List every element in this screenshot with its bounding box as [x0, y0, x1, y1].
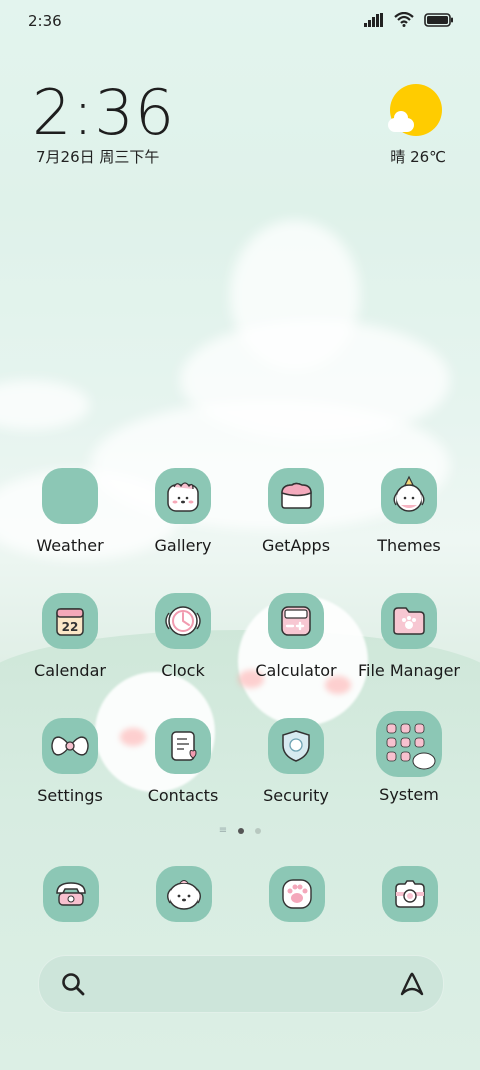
dock-phone[interactable]: [43, 866, 99, 922]
page-dot[interactable]: [255, 828, 262, 834]
app-calculator[interactable]: Calculator: [240, 593, 352, 680]
clock-widget-time[interactable]: 2:36: [32, 76, 175, 149]
app-label: Calendar: [34, 661, 106, 680]
weather-icon: [42, 468, 98, 524]
calendar-icon-date: 22: [62, 620, 79, 634]
app-label: Themes: [377, 536, 441, 555]
clock-widget-date[interactable]: 7月26日 周三下午: [36, 146, 159, 167]
dock-browser[interactable]: [269, 866, 325, 922]
page-indicator[interactable]: ≡: [0, 825, 480, 836]
signal-icon: [364, 12, 383, 27]
security-icon: [268, 718, 324, 774]
getapps-icon: [268, 468, 324, 524]
contacts-icon: [155, 718, 211, 774]
dock-camera[interactable]: [382, 866, 438, 922]
app-weather[interactable]: Weather: [14, 468, 126, 555]
app-label: File Manager: [358, 661, 460, 680]
dock-messages[interactable]: [156, 866, 212, 922]
camera-icon: [395, 880, 425, 908]
page-dot-active[interactable]: [238, 828, 245, 834]
app-contacts[interactable]: Contacts: [127, 718, 239, 805]
battery-icon: [424, 12, 453, 27]
app-themes[interactable]: Themes: [353, 468, 465, 555]
status-time: 2:36: [28, 12, 62, 30]
search-icon[interactable]: [59, 970, 87, 998]
app-label: Weather: [36, 536, 104, 555]
app-label: System: [379, 785, 439, 804]
system-folder-icon: [376, 711, 442, 777]
app-label: Clock: [161, 661, 205, 680]
messages-icon: [167, 880, 201, 910]
status-icons: [364, 12, 454, 27]
menu-lines-icon: ≡: [218, 825, 228, 836]
app-label: Contacts: [147, 786, 219, 805]
paw-icon: [282, 879, 312, 909]
status-bar: 2:36: [0, 0, 480, 44]
weather-widget[interactable]: [386, 84, 446, 136]
wifi-icon: [394, 12, 414, 27]
app-label: Calculator: [255, 661, 337, 680]
app-label: GetApps: [261, 536, 331, 555]
app-label: Gallery: [154, 536, 212, 555]
themes-icon: [381, 468, 437, 524]
weather-widget-text[interactable]: 晴 26℃: [390, 146, 446, 167]
gallery-icon: [155, 468, 211, 524]
app-settings[interactable]: Settings: [14, 718, 126, 805]
app-system-folder[interactable]: System: [353, 711, 465, 804]
app-clock[interactable]: Clock: [127, 593, 239, 680]
phone-icon: [56, 882, 86, 906]
app-gallery[interactable]: Gallery: [127, 468, 239, 555]
app-file-manager[interactable]: File Manager: [353, 593, 465, 680]
search-bar[interactable]: [38, 955, 444, 1013]
app-label: Settings: [37, 786, 103, 805]
app-calendar[interactable]: 22 Calendar: [14, 593, 126, 680]
settings-icon: [42, 718, 98, 774]
clock-icon: [155, 593, 211, 649]
calculator-icon: [268, 593, 324, 649]
assistant-icon[interactable]: [397, 970, 427, 998]
calendar-icon: 22: [42, 593, 98, 649]
sunny-cloud-icon: [388, 84, 442, 136]
file-manager-icon: [381, 593, 437, 649]
app-label: Security: [263, 786, 329, 805]
app-security[interactable]: Security: [240, 718, 352, 805]
app-getapps[interactable]: GetApps: [240, 468, 352, 555]
